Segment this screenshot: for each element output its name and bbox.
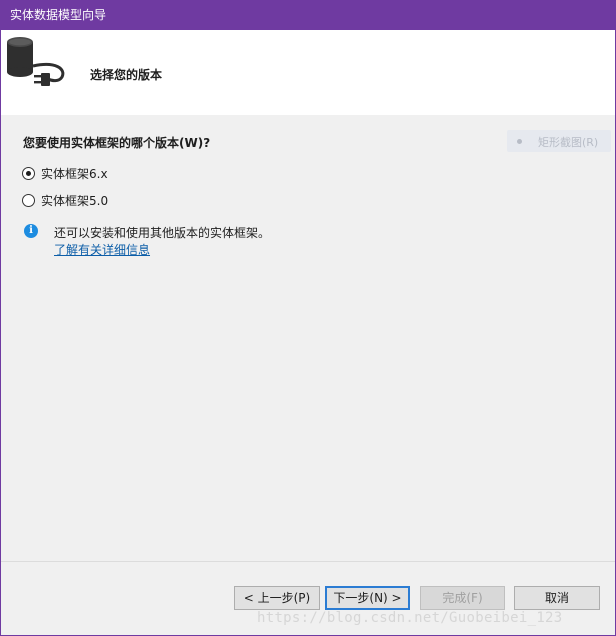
radio-button[interactable]: [22, 194, 35, 207]
learn-more-link[interactable]: 了解有关详细信息: [54, 241, 150, 258]
cancel-button[interactable]: 取消: [514, 586, 600, 610]
screenshot-overlay-label[interactable]: 矩形截图(R): [538, 134, 598, 150]
info-text: 还可以安装和使用其他版本的实体框架。: [54, 226, 271, 240]
finish-button[interactable]: 完成(F): [420, 586, 505, 610]
watermark: https://blog.csdn.net/Guobeibei_123: [257, 610, 563, 626]
wizard-header: 选择您的版本: [1, 30, 615, 115]
radio-ef6[interactable]: 实体框架6.x: [22, 165, 108, 182]
wizard-content: 您要使用实体框架的哪个版本(W)? 实体框架6.x 实体框架5.0 i 还可以安…: [1, 115, 615, 561]
radio-ef5[interactable]: 实体框架5.0: [22, 192, 108, 209]
wizard-window: 实体数据模型向导 选择您的版本 您要使用实体框架的哪个版本(W)? 实体框架6.…: [0, 0, 616, 636]
info-icon: i: [24, 224, 38, 238]
window-title: 实体数据模型向导: [10, 8, 107, 22]
record-dot-icon: [517, 139, 522, 144]
screenshot-overlay-button[interactable]: 矩形截图(R): [507, 130, 611, 152]
wizard-footer: < 上一步(P) 下一步(N) > 完成(F) 取消 https://blog.…: [1, 561, 615, 635]
title-bar[interactable]: 实体数据模型向导: [1, 1, 615, 30]
next-button[interactable]: 下一步(N) >: [325, 586, 410, 610]
page-heading: 选择您的版本: [90, 68, 163, 82]
previous-button[interactable]: < 上一步(P): [234, 586, 320, 610]
radio-label[interactable]: 实体框架5.0: [41, 192, 108, 209]
radio-label[interactable]: 实体框架6.x: [41, 165, 108, 182]
database-plug-icon: [7, 37, 65, 86]
radio-button-selected[interactable]: [22, 167, 35, 180]
version-question: 您要使用实体框架的哪个版本(W)?: [23, 136, 211, 150]
